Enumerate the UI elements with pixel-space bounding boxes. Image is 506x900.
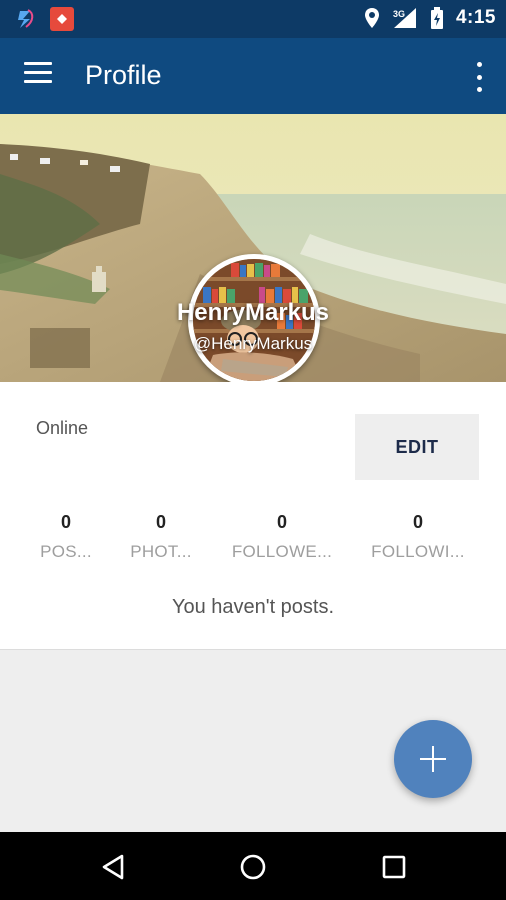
stat-following[interactable]: 0 FOLLOWI...: [370, 512, 466, 562]
stat-label: FOLLOWI...: [371, 542, 465, 561]
system-nav-bar: [0, 832, 506, 900]
stat-label: PHOT...: [130, 542, 192, 561]
network-type-label: 3G: [393, 9, 405, 19]
stat-value: 0: [60, 512, 71, 532]
back-icon[interactable]: [98, 852, 128, 882]
app-bar: Profile: [0, 38, 506, 114]
stat-label: FOLLOWE...: [231, 542, 333, 561]
stat-label: POS...: [40, 542, 92, 561]
page-title: Profile: [85, 60, 162, 90]
stat-value: 0: [155, 512, 166, 532]
location-icon: [364, 8, 379, 28]
recents-icon[interactable]: [379, 852, 409, 882]
battery-icon: [430, 7, 443, 29]
app-notification-icon-2: [50, 7, 74, 31]
status-bar: 3G 4:15: [0, 0, 506, 38]
stat-value: 0: [276, 512, 287, 532]
clock: 4:15: [455, 7, 496, 28]
app-notification-icon: [18, 9, 34, 28]
profile-info-card: Online EDIT 0 POS... 0 PHOT... 0 FOLLOWE…: [0, 382, 506, 650]
add-post-button[interactable]: [394, 720, 472, 798]
home-icon[interactable]: [238, 852, 268, 882]
stat-posts[interactable]: 0 POS...: [38, 512, 94, 562]
stat-photos[interactable]: 0 PHOT...: [127, 512, 195, 562]
profile-cover-image: HenryMarkus @HenryMarkus: [0, 114, 506, 382]
edit-profile-button[interactable]: EDIT: [355, 414, 479, 480]
hamburger-menu-icon[interactable]: [24, 62, 56, 90]
profile-name: HenryMarkus: [176, 299, 330, 326]
stat-value: 0: [412, 512, 423, 532]
signal-icon: 3G: [393, 8, 416, 28]
profile-handle: @HenryMarkus: [193, 334, 313, 353]
online-status: Online: [36, 418, 89, 438]
more-vert-icon[interactable]: [472, 62, 486, 92]
stat-followers[interactable]: 0 FOLLOWE...: [230, 512, 334, 562]
empty-posts-message: You haven't posts.: [171, 596, 335, 618]
